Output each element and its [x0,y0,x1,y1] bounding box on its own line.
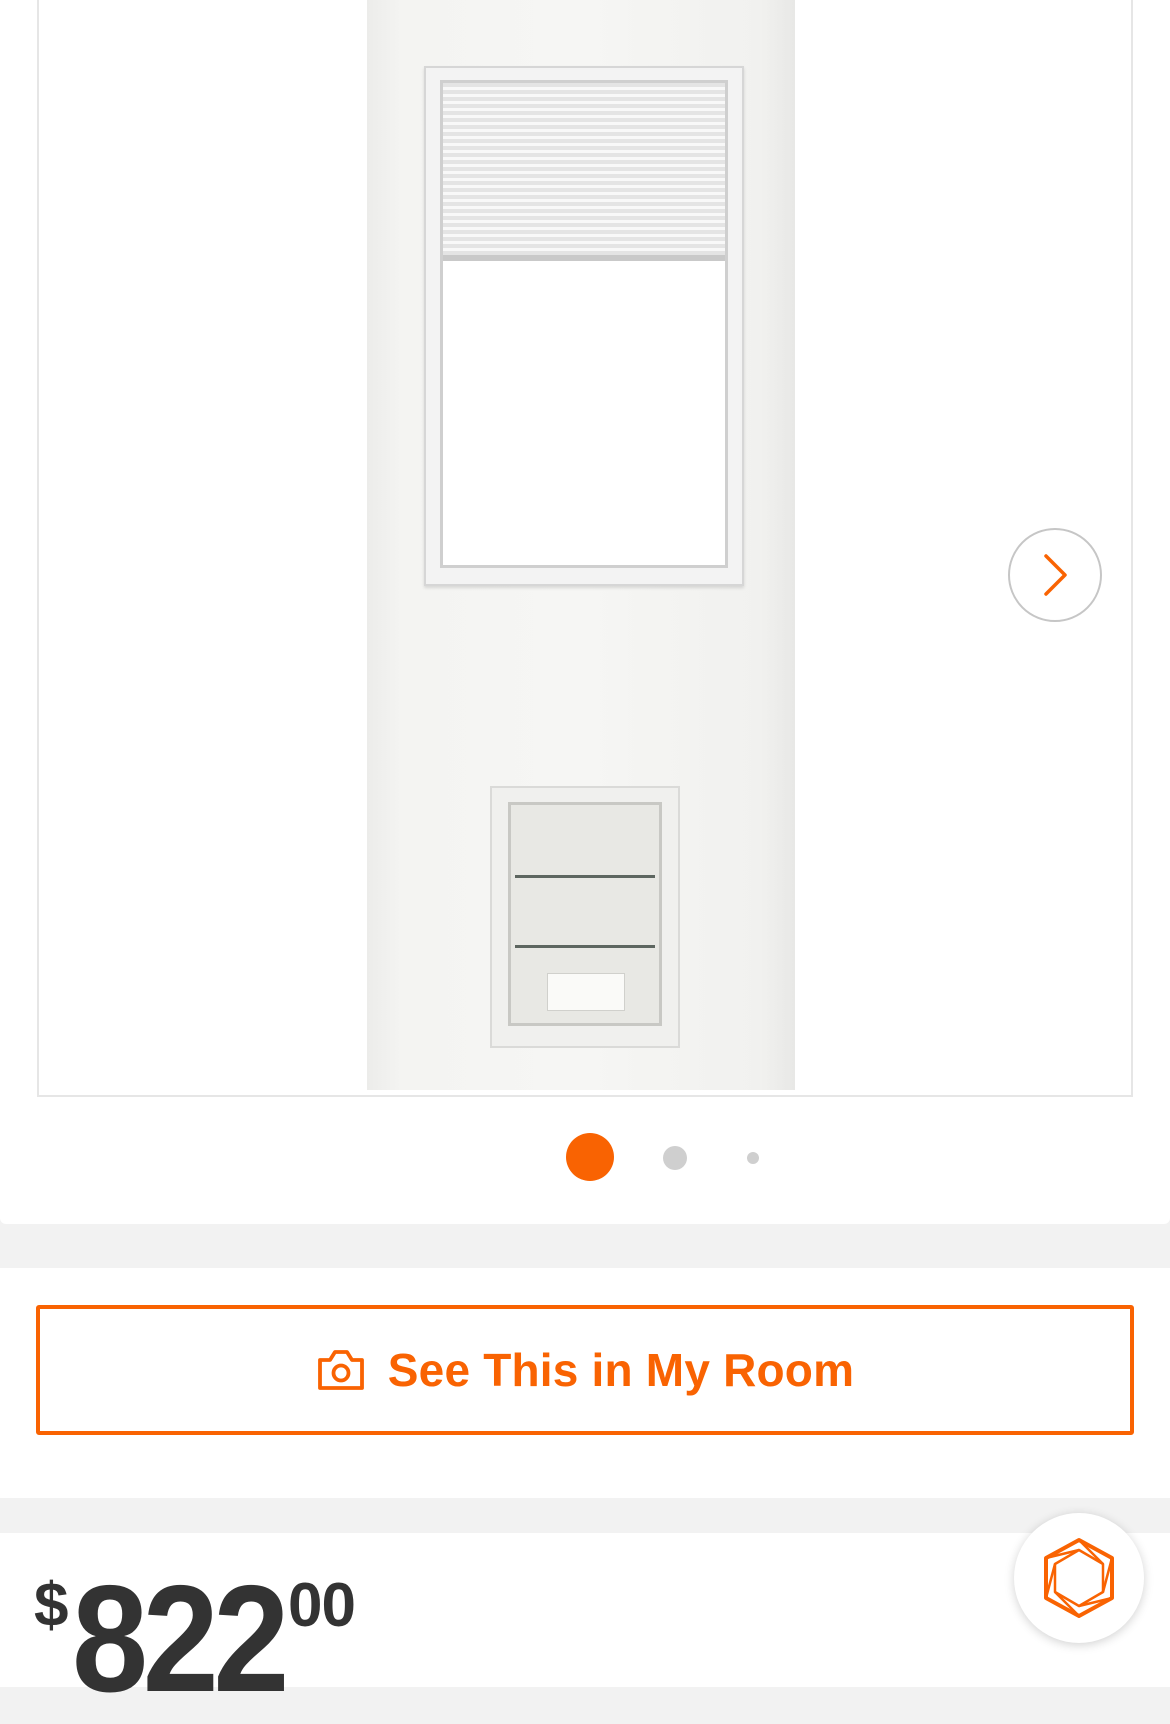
product-image[interactable] [37,0,1133,1097]
price-section: $ 822 00 [0,1533,1170,1715]
chat-button[interactable] [1014,1513,1144,1643]
mini-blinds [443,83,725,261]
price-dollars: 822 [72,1554,289,1724]
pagination-dot[interactable] [747,1152,759,1164]
door-illustration [367,0,795,1090]
see-in-my-room-label: See This in My Room [387,1344,855,1396]
camera-icon [317,1350,364,1390]
product-gallery [0,0,1170,1224]
pagination-dot[interactable] [663,1146,687,1170]
see-in-my-room-button[interactable]: See This in My Room [36,1305,1134,1435]
price-cents: 00 [288,1571,356,1640]
gallery-pagination [0,1133,1170,1183]
pagination-dot-active[interactable] [566,1133,614,1181]
ar-section: See This in My Room [0,1268,1170,1498]
next-image-button[interactable] [1008,528,1102,622]
hexagon-chat-icon [1044,1538,1114,1618]
chevron-right-icon [1044,554,1067,596]
price-currency: $ [34,1571,69,1640]
door-window [424,66,744,586]
pet-door [490,786,680,1048]
